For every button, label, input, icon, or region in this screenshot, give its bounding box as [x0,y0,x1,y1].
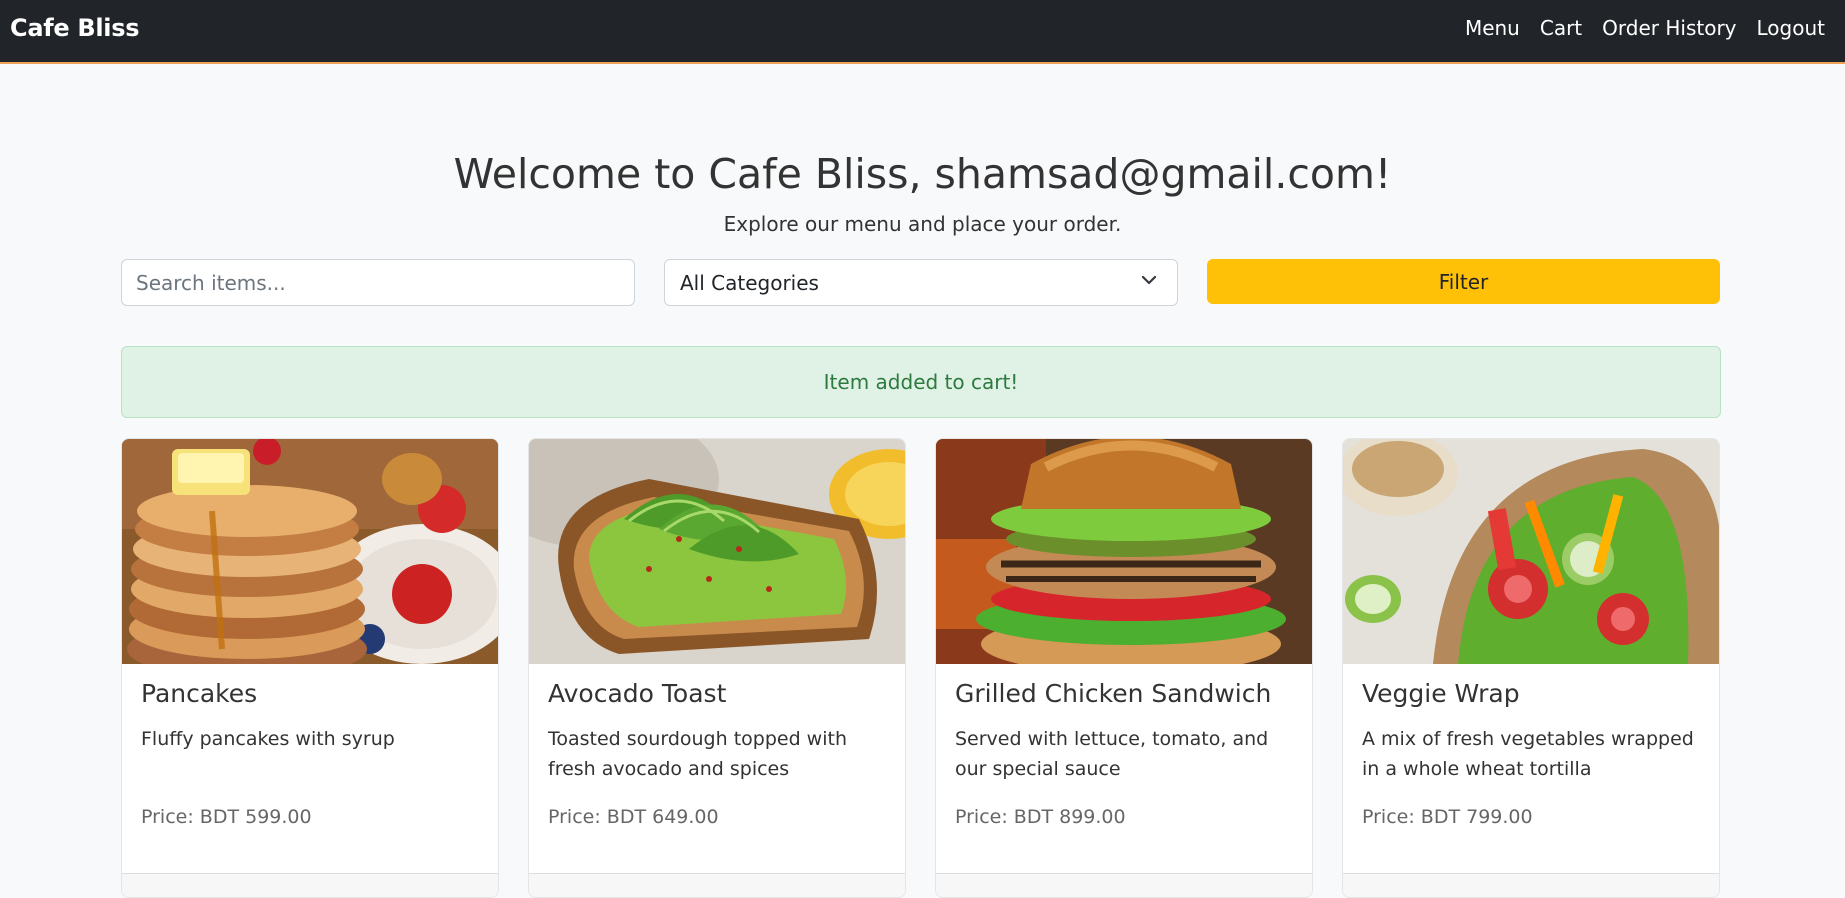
chicken-sandwich-image [936,439,1312,664]
menu-item-description: A mix of fresh vegetables wrapped in a w… [1362,728,1694,780]
menu-item-description: Toasted sourdough topped with fresh avoc… [548,728,847,780]
page-subtitle: Explore our menu and place your order. [723,212,1122,236]
pancakes-image [122,439,498,664]
menu-item-card[interactable]: Veggie Wrap A mix of fresh vegetables wr… [1342,438,1720,898]
menu-item-price: Price: BDT 649.00 [548,806,719,828]
nav-link-menu[interactable]: Menu [1465,16,1520,40]
menu-item-price: Price: BDT 599.00 [141,806,312,828]
search-input[interactable] [121,259,635,306]
brand-logo[interactable]: Cafe Bliss [10,14,140,42]
chevron-down-icon [1141,275,1157,285]
nav-links: Menu Cart Order History Logout [1465,16,1825,40]
nav-link-order-history[interactable]: Order History [1602,16,1736,40]
menu-item-name: Avocado Toast [548,679,727,708]
category-selected-value: All Categories [680,271,819,295]
menu-item-card[interactable]: Grilled Chicken Sandwich Served with let… [935,438,1313,898]
menu-item-card[interactable]: Pancakes Fluffy pancakes with syrup Pric… [121,438,499,898]
card-footer [936,873,1312,897]
menu-item-description: Served with lettuce, tomato, and our spe… [955,728,1269,780]
filter-button[interactable]: Filter [1207,259,1720,304]
card-footer [1343,873,1719,897]
menu-item-name: Veggie Wrap [1362,679,1520,708]
card-footer [529,873,905,897]
nav-link-logout[interactable]: Logout [1757,16,1825,40]
page-title: Welcome to Cafe Bliss, shamsad@gmail.com… [453,150,1392,198]
nav-link-cart[interactable]: Cart [1540,16,1582,40]
menu-item-card[interactable]: Avocado Toast Toasted sourdough topped w… [528,438,906,898]
success-alert: Item added to cart! [121,346,1721,418]
menu-item-name: Pancakes [141,679,258,708]
menu-item-description: Fluffy pancakes with syrup [141,728,395,750]
avocado-toast-image [529,439,905,664]
card-footer [122,873,498,897]
category-select[interactable]: All Categories [664,259,1178,306]
navbar: Cafe Bliss Menu Cart Order History Logou… [0,0,1845,64]
veggie-wrap-image [1343,439,1719,664]
menu-item-name: Grilled Chicken Sandwich [955,679,1272,708]
menu-item-price: Price: BDT 799.00 [1362,806,1533,828]
menu-item-price: Price: BDT 899.00 [955,806,1126,828]
